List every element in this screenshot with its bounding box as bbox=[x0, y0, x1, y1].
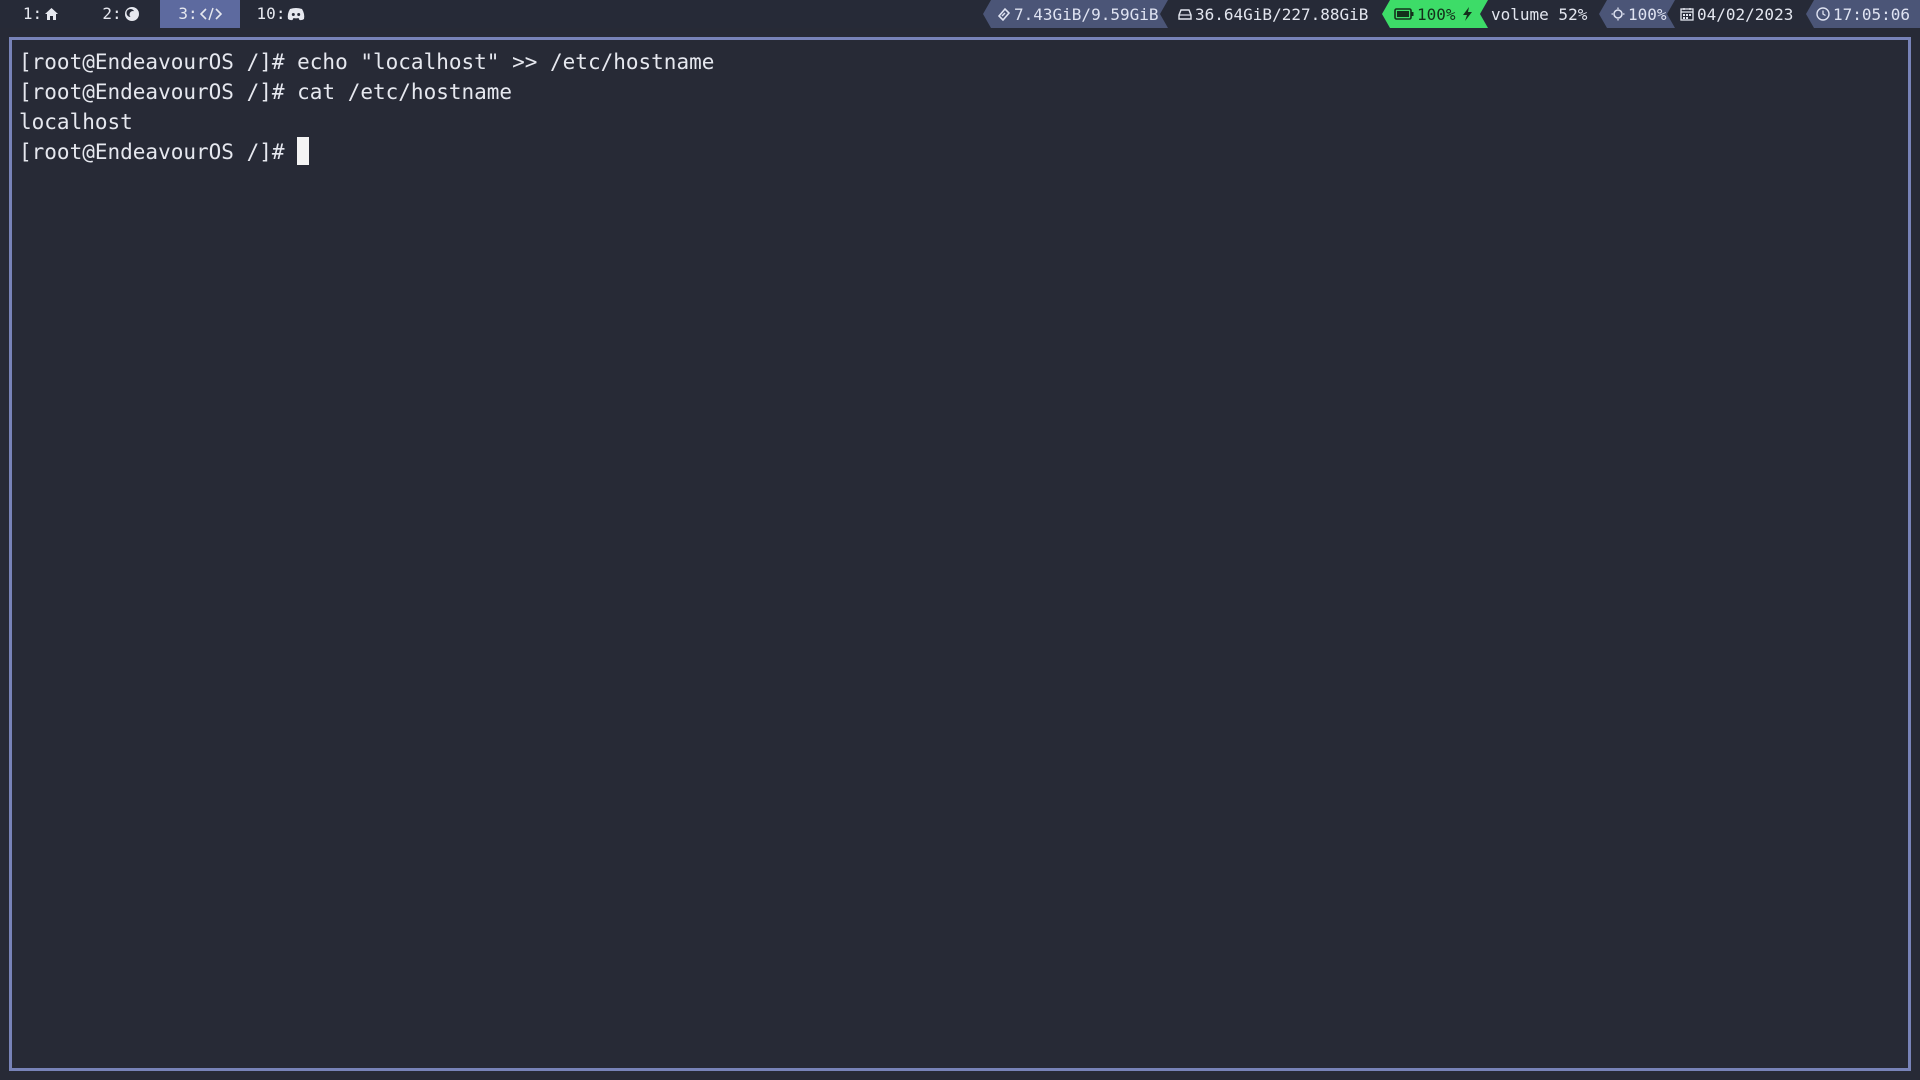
charging-plug-icon bbox=[1460, 6, 1474, 22]
terminal-cursor bbox=[297, 137, 310, 165]
brightness-value: 100% bbox=[1628, 4, 1667, 24]
time-value: 17:05:06 bbox=[1833, 4, 1911, 24]
disk-value: 36.64GiB/227.88GiB bbox=[1195, 4, 1369, 24]
terminal-prompt: [root@EndeavourOS /]# bbox=[19, 140, 298, 164]
brightness-icon bbox=[1611, 7, 1625, 21]
memory-icon bbox=[997, 7, 1011, 21]
code-icon bbox=[199, 7, 222, 21]
terminal-output[interactable]: [root@EndeavourOS /]# echo "localhost" >… bbox=[19, 47, 714, 167]
clock-module[interactable]: 17:05:06 bbox=[1806, 0, 1920, 28]
disk-icon bbox=[1178, 8, 1192, 20]
workspace-3[interactable]: 3: bbox=[160, 0, 240, 28]
calendar-icon bbox=[1680, 7, 1694, 21]
firefox-icon bbox=[124, 6, 140, 22]
memory-module[interactable]: 7.43GiB/9.59GiB bbox=[983, 0, 1168, 28]
date-value: 04/02/2023 bbox=[1697, 4, 1794, 24]
workspace-1[interactable]: 1: bbox=[12, 0, 70, 28]
battery-module[interactable]: 100% bbox=[1382, 0, 1488, 28]
terminal-line: [root@EndeavourOS /]# cat /etc/hostname bbox=[19, 80, 513, 104]
discord-icon bbox=[287, 7, 305, 21]
status-bar: 1: 2: 3: 10: 7.43GiB/9.59GiB 36.64GiB/22… bbox=[0, 0, 1920, 28]
clock-icon bbox=[1816, 7, 1830, 21]
brightness-module[interactable]: 100% bbox=[1599, 0, 1675, 28]
terminal-line: [root@EndeavourOS /]# echo "localhost" >… bbox=[19, 50, 715, 74]
terminal-line: localhost bbox=[19, 110, 133, 134]
workspace-2-label: 2: bbox=[102, 4, 122, 23]
disk-module[interactable]: 36.64GiB/227.88GiB bbox=[1178, 0, 1380, 28]
workspace-3-label: 3: bbox=[178, 4, 198, 23]
workspace-10[interactable]: 10: bbox=[250, 0, 312, 28]
memory-value: 7.43GiB/9.59GiB bbox=[1014, 4, 1159, 24]
date-module[interactable]: 04/02/2023 bbox=[1680, 0, 1802, 28]
battery-icon bbox=[1394, 8, 1414, 20]
volume-value: volume 52% bbox=[1491, 4, 1588, 24]
battery-value: 100% bbox=[1417, 4, 1456, 24]
workspace-1-label: 1: bbox=[22, 4, 43, 23]
workspace-10-label: 10: bbox=[256, 4, 286, 23]
terminal-prompt-line[interactable]: [root@EndeavourOS /]# bbox=[19, 137, 714, 167]
home-icon bbox=[44, 7, 59, 21]
workspace-2[interactable]: 2: bbox=[92, 0, 150, 28]
volume-module[interactable]: volume 52% bbox=[1491, 0, 1594, 28]
terminal-window[interactable]: [root@EndeavourOS /]# echo "localhost" >… bbox=[9, 37, 1911, 1071]
